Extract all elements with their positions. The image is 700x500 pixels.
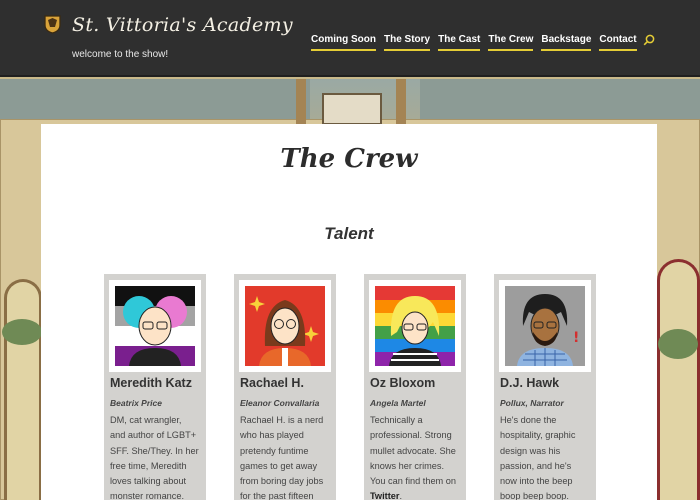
nav-backstage[interactable]: Backstage — [541, 34, 592, 51]
academy-sign — [322, 93, 382, 125]
crew-role: Pollux, Narrator — [500, 398, 564, 408]
crew-role: Beatrix Price — [110, 398, 162, 408]
timber-beam — [396, 79, 406, 125]
crew-name: Oz Bloxom — [370, 376, 436, 390]
portrait-meredith-image — [115, 286, 195, 366]
avatar — [109, 280, 201, 372]
search-icon[interactable] — [643, 34, 655, 46]
crest-logo-icon[interactable] — [44, 15, 61, 34]
portrait-dj-image: ! — [505, 286, 585, 366]
bush — [2, 319, 42, 345]
crew-card: Oz Bloxom Angela Martel Technically a pr… — [364, 274, 466, 500]
nav-coming-soon[interactable]: Coming Soon — [311, 34, 376, 51]
site-tagline: welcome to the show! — [72, 49, 169, 60]
portrait-oz-image — [375, 286, 455, 366]
crew-name: Meredith Katz — [110, 376, 192, 390]
site-header: St. Vittoria's Academy welcome to the sh… — [0, 0, 700, 77]
arch-left — [4, 279, 42, 500]
avatar — [369, 280, 461, 372]
crew-bio: Rachael H. is a nerd who has played pret… — [240, 415, 324, 500]
crew-role: Angela Martel — [370, 398, 426, 408]
nav-the-story[interactable]: The Story — [384, 34, 431, 51]
nav-the-crew[interactable]: The Crew — [488, 34, 534, 51]
portrait-rachael-image — [245, 286, 325, 366]
twitter-link[interactable]: Twitter — [370, 491, 399, 500]
crew-bio: DM, cat wrangler, and author of LGBT+ SF… — [110, 415, 199, 500]
bush — [658, 329, 698, 359]
avatar: ! — [499, 280, 591, 372]
content-card: The Crew Talent Meredith Katz Beatrix Pr… — [41, 124, 657, 500]
crew-bio: Technically a professional. Strong mulle… — [370, 415, 456, 500]
section-title: Talent — [324, 224, 374, 243]
crew-name: Rachael H. — [240, 376, 304, 390]
crew-role: Eleanor Convallaria — [240, 398, 320, 408]
nav-contact[interactable]: Contact — [599, 34, 637, 51]
main-nav: Coming Soon The Story The Cast The Crew … — [311, 32, 655, 52]
timber-beam — [296, 79, 306, 125]
crew-card: Meredith Katz Beatrix Price DM, cat wran… — [104, 274, 206, 500]
nav-the-cast[interactable]: The Cast — [438, 34, 481, 51]
avatar — [239, 280, 331, 372]
crew-name: D.J. Hawk — [500, 376, 560, 390]
site-title[interactable]: St. Vittoria's Academy — [72, 14, 293, 36]
page-title: The Crew — [280, 144, 418, 174]
crew-card: Rachael H. Eleanor Convallaria Rachael H… — [234, 274, 336, 500]
crew-card: ! D.J. Hawk Pollux, Narrator He's done t… — [494, 274, 596, 500]
svg-text:!: ! — [573, 330, 579, 346]
arch-right — [657, 259, 700, 500]
crew-bio: He's done the hospitality, graphic desig… — [500, 415, 576, 500]
